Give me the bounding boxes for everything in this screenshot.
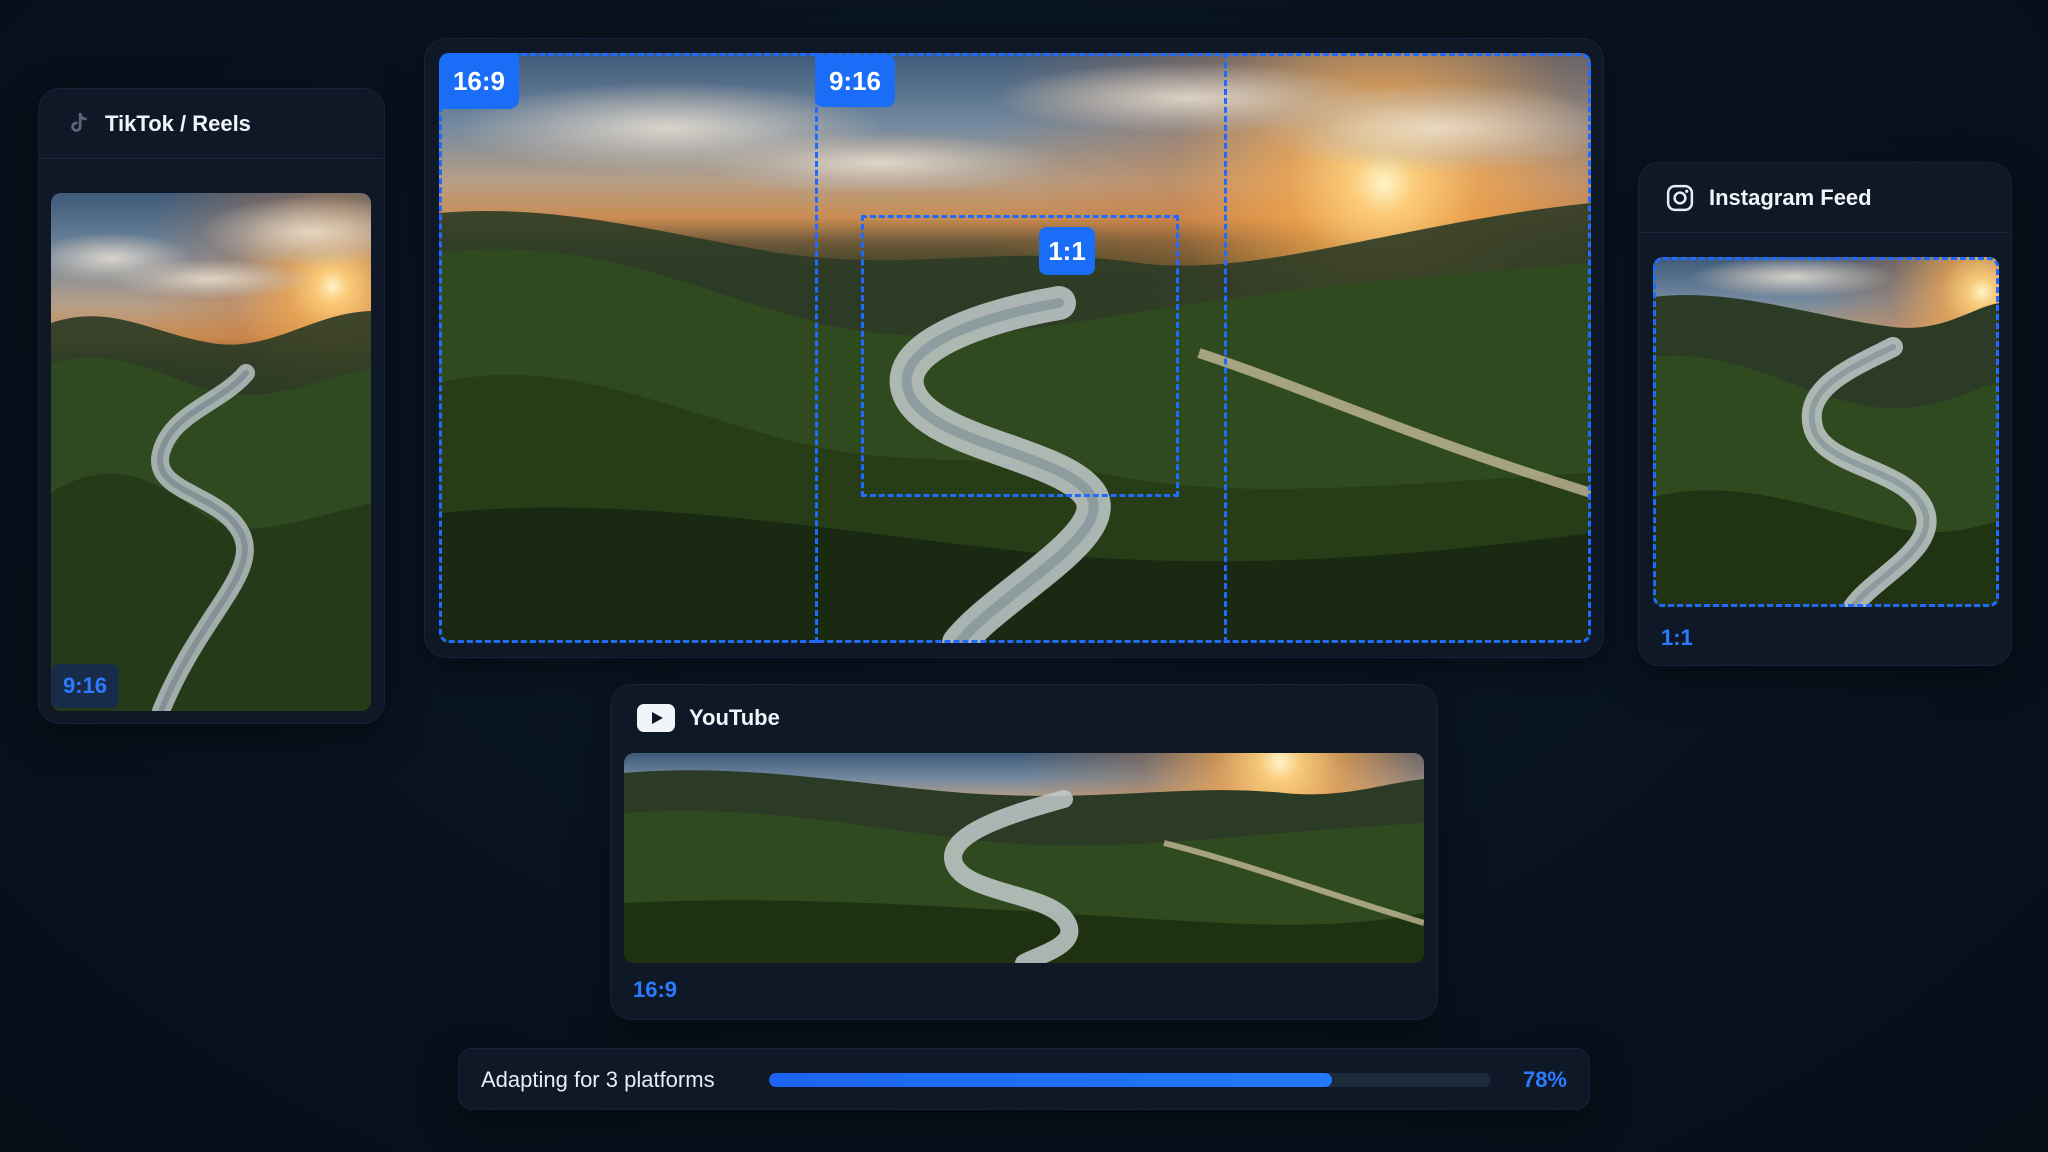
progress-panel: Adapting for 3 platforms 78% [458, 1048, 1590, 1110]
frame-1-1 [861, 215, 1179, 497]
youtube-ratio-label: 16:9 [633, 977, 678, 1002]
instagram-card-title: Instagram Feed [1709, 184, 1872, 210]
instagram-frame-1-1 [1653, 257, 1999, 607]
instagram-ratio-label: 1:1 [1661, 625, 1693, 650]
tiktok-card-header: TikTok / Reels [39, 89, 384, 159]
tiktok-icon [65, 111, 91, 137]
tiktok-ratio-label: 9:16 [62, 673, 108, 698]
youtube-preview-image [624, 753, 1424, 963]
instagram-icon [1665, 183, 1695, 213]
tag-16-9: 16:9 [439, 53, 519, 109]
tiktok-preview-image [51, 193, 371, 711]
youtube-card: YouTube 16:9 [610, 684, 1438, 1020]
instagram-card: Instagram Feed 1:1 [1638, 162, 2012, 666]
youtube-icon [637, 704, 675, 732]
tag-1-1: 1:1 [1039, 227, 1095, 275]
progress-percent: 78% [1522, 1067, 1567, 1092]
instagram-card-header: Instagram Feed [1639, 163, 2011, 233]
progress-track [769, 1073, 1491, 1087]
progress-fill [769, 1073, 1333, 1087]
youtube-card-header: YouTube [611, 685, 1437, 751]
main-preview-card: 16:9 9:16 1:1 [424, 38, 1604, 658]
tiktok-card-title: TikTok / Reels [105, 110, 251, 136]
progress-label: Adapting for 3 platforms [481, 1067, 715, 1092]
youtube-card-title: YouTube [689, 705, 780, 730]
tiktok-ratio-badge: 9:16 [51, 664, 119, 708]
tag-9-16: 9:16 [815, 55, 895, 107]
tiktok-card: TikTok / Reels 9:16 [38, 88, 385, 724]
